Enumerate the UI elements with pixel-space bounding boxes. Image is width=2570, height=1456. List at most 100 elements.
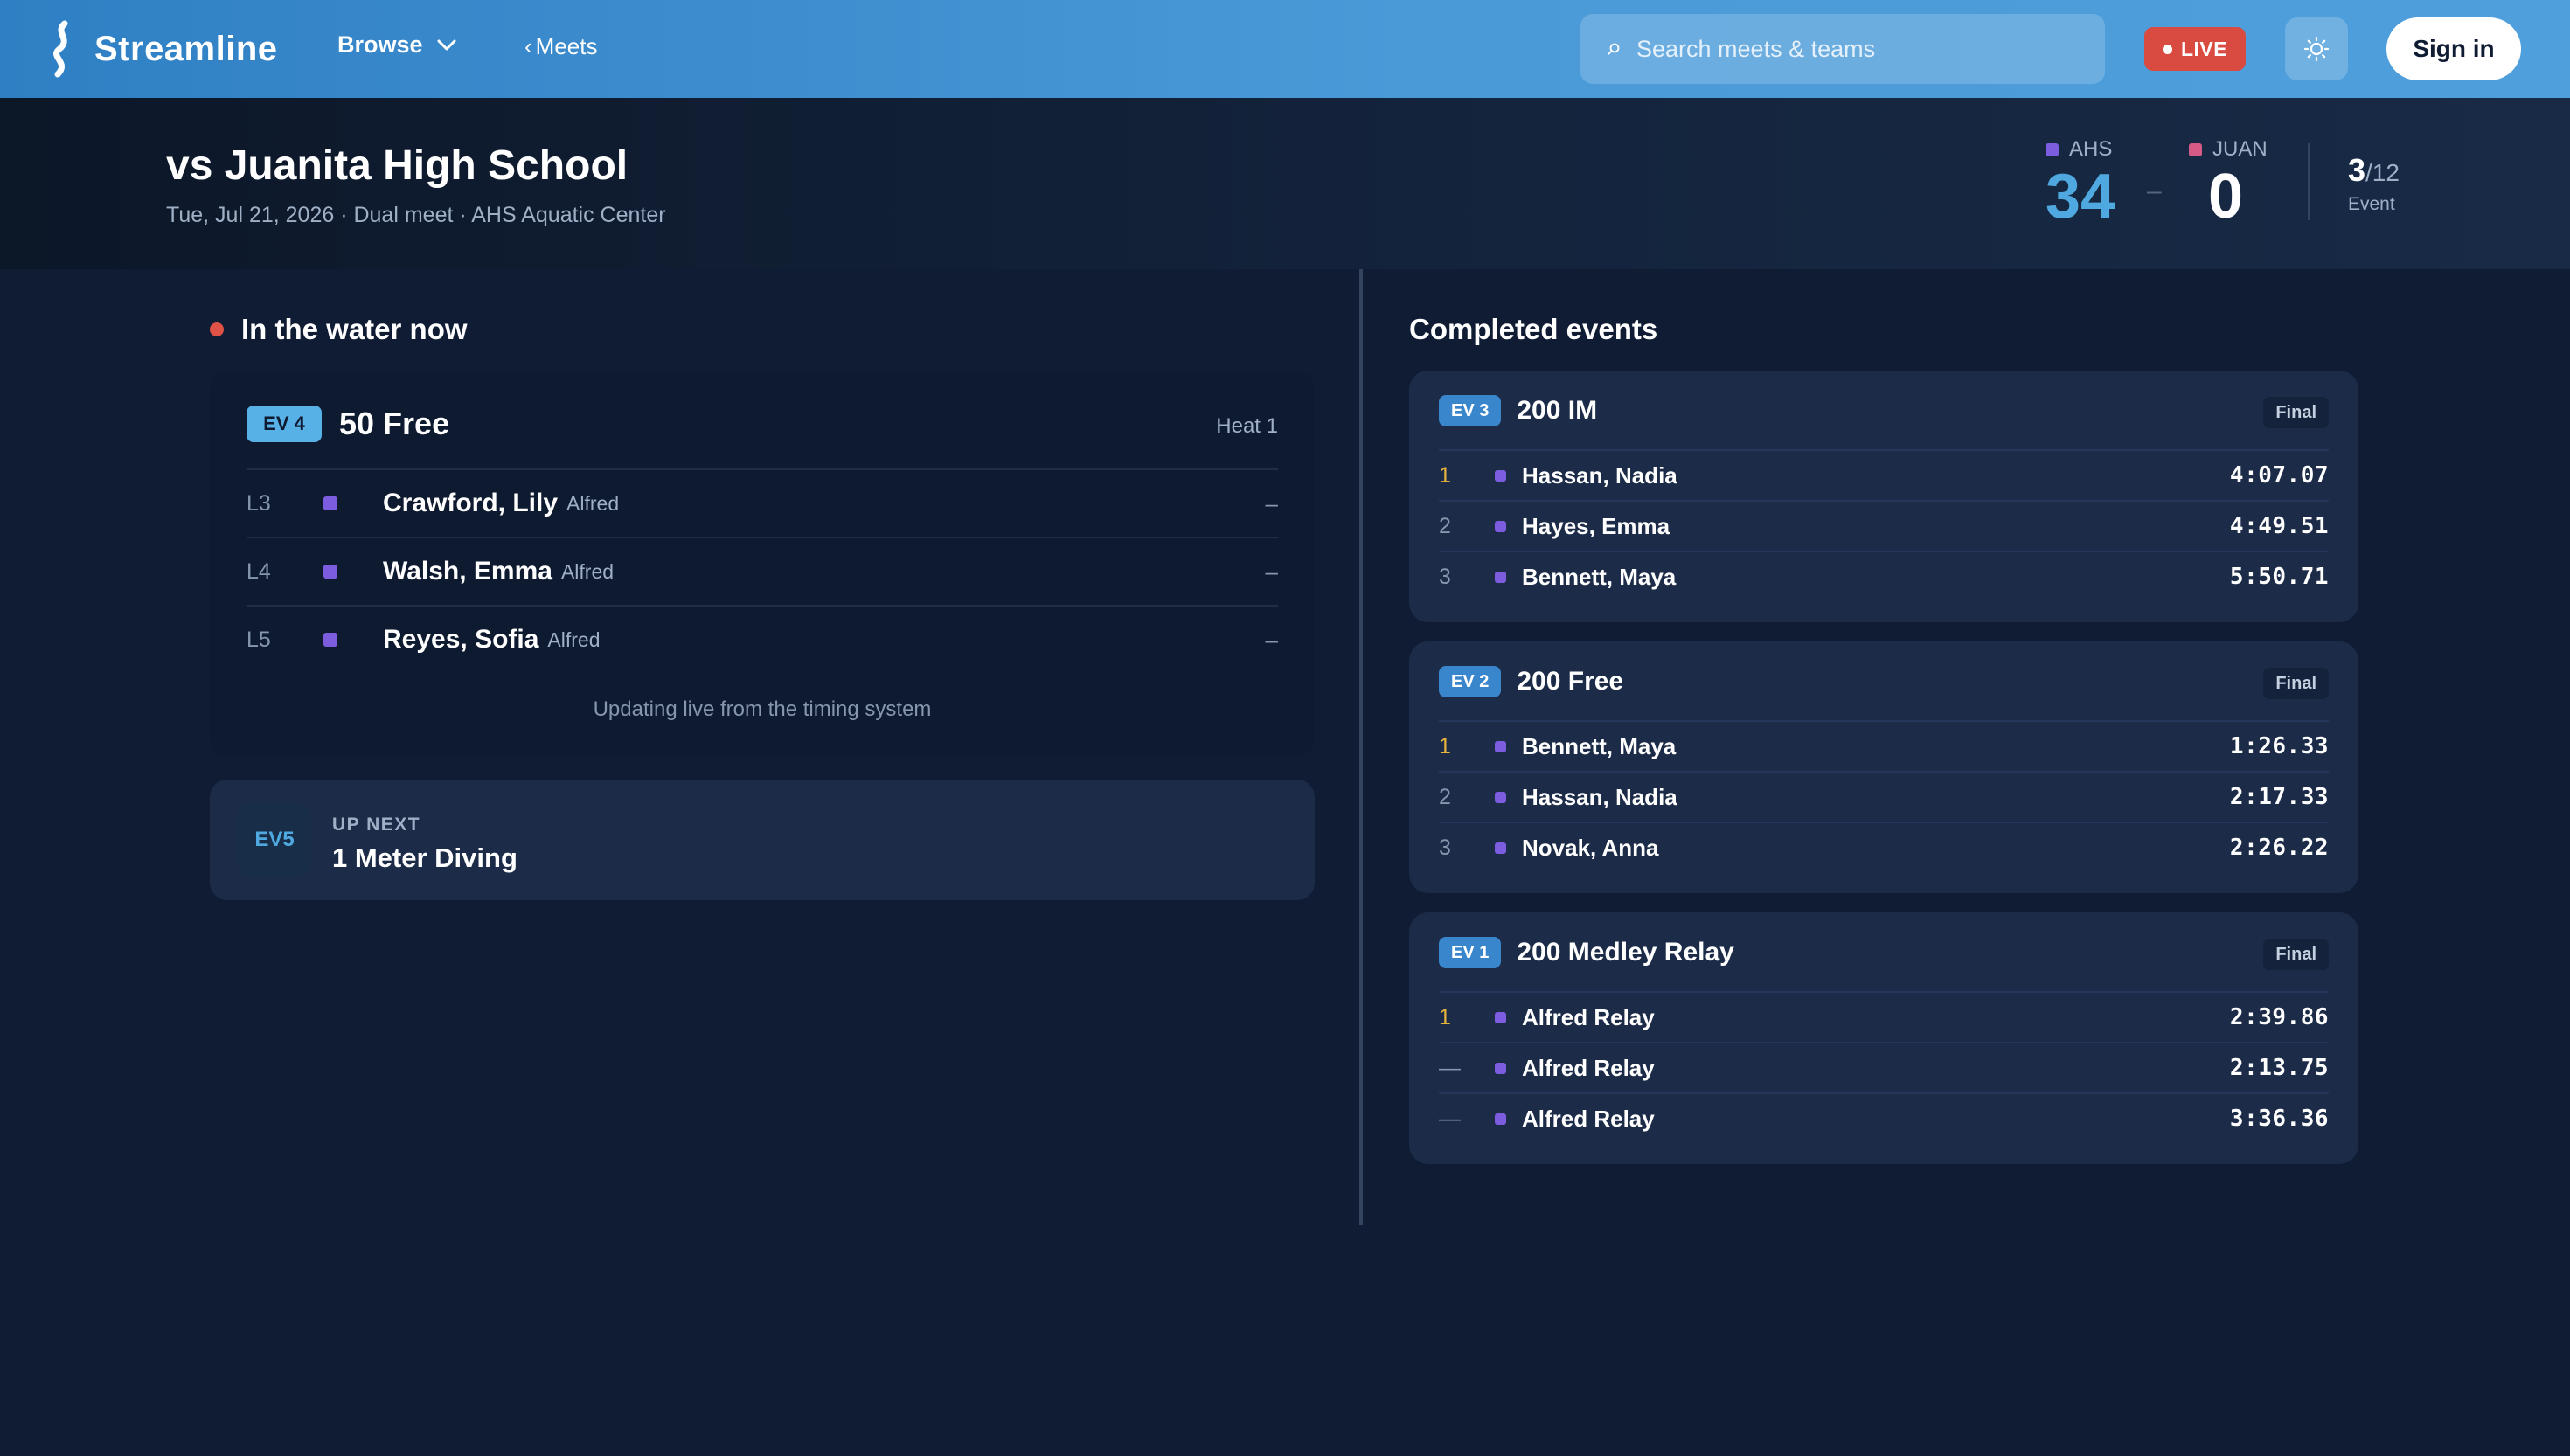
top-nav: Streamline Browse ‹Meets LIVE xyxy=(0,0,2570,98)
live-dot-icon xyxy=(2162,44,2172,54)
away-team-color-swatch xyxy=(2189,142,2202,156)
team-color-swatch xyxy=(323,633,337,647)
away-team-abbr: JUAN xyxy=(2212,137,2268,161)
theme-toggle-button[interactable] xyxy=(2285,17,2348,80)
swimmer-name: Hassan, Nadia xyxy=(1522,783,1677,810)
event-badge: EV 3 xyxy=(1439,395,1502,426)
sign-in-button[interactable]: Sign in xyxy=(2386,17,2521,80)
place: 1 xyxy=(1439,1004,1451,1030)
swimmer-name: Bennett, Maya xyxy=(1522,732,1677,759)
event-name: 200 IM xyxy=(1517,396,1598,425)
away-team-score: JUAN 0 xyxy=(2189,137,2268,228)
score-separator: – xyxy=(2147,177,2162,205)
live-badge: LIVE xyxy=(2144,27,2246,71)
event-total: /12 xyxy=(2365,159,2400,186)
lane-row[interactable]: L4 Walsh, Emma Alfred – xyxy=(247,537,1278,605)
place: 1 xyxy=(1439,462,1451,488)
swimmer-name: Alfred Relay xyxy=(1522,1105,1655,1132)
chevron-left-icon: ‹ xyxy=(524,33,532,59)
current-event-header: EV 4 50 Free xyxy=(247,406,449,442)
place: 3 xyxy=(1439,564,1451,589)
up-next-card[interactable]: EV5 UP NEXT 1 Meter Diving xyxy=(210,780,1315,900)
up-next-label: UP NEXT xyxy=(332,815,421,835)
team-color-swatch xyxy=(1495,571,1506,583)
swimmer-name: Walsh, Emma xyxy=(383,557,552,586)
result-row: — Alfred Relay 3:36.36 xyxy=(1439,1092,2329,1143)
sun-icon xyxy=(2303,36,2330,62)
brand-name: Streamline xyxy=(94,29,278,68)
result-row: 3 Bennett, Maya 5:50.71 xyxy=(1439,551,2329,601)
team-color-swatch xyxy=(323,565,337,579)
browse-label: Browse xyxy=(337,31,423,58)
meet-title: vs Juanita High School xyxy=(166,142,629,189)
swimmer-name: Alfred Relay xyxy=(1522,1054,1655,1081)
result-row: 2 Hassan, Nadia 2:17.33 xyxy=(1439,771,2329,822)
event-name: 200 Medley Relay xyxy=(1517,938,1734,967)
completed-event-card[interactable]: EV 1 200 Medley Relay Final 1 Alfred Rel… xyxy=(1409,912,2358,1164)
completed-event-card[interactable]: EV 3 200 IM Final 1 Hassan, Nadia 4:07.0… xyxy=(1409,371,2358,622)
result-time: 2:39.86 xyxy=(2229,1004,2329,1030)
live-section-title: In the water now xyxy=(210,313,468,346)
search-icon xyxy=(1608,43,1620,55)
away-score-value: 0 xyxy=(2208,162,2244,232)
final-status-tag: Final xyxy=(2263,397,2329,428)
swimmer-time: – xyxy=(1265,489,1278,517)
result-time: 4:49.51 xyxy=(2229,513,2329,539)
completed-event-header: EV 1 200 Medley Relay xyxy=(1439,937,1734,968)
next-event-badge: EV5 xyxy=(238,803,311,877)
swimmer-name: Crawford, Lily xyxy=(383,489,559,517)
event-label: Event xyxy=(2348,194,2395,214)
place: 2 xyxy=(1439,513,1451,538)
place: 3 xyxy=(1439,835,1451,860)
result-row: 3 Novak, Anna 2:26.22 xyxy=(1439,822,2329,872)
swimmer-name: Hassan, Nadia xyxy=(1522,461,1677,489)
result-time: 3:36.36 xyxy=(2229,1106,2329,1132)
lane-number: L3 xyxy=(247,490,271,516)
live-indicator-icon xyxy=(210,322,224,336)
completed-event-header: EV 2 200 Free xyxy=(1439,666,1623,697)
lane-number: L5 xyxy=(247,627,271,652)
team-color-swatch xyxy=(1495,842,1506,854)
team-color-swatch xyxy=(323,496,337,510)
meets-label: Meets xyxy=(535,33,598,59)
home-team-label: AHS xyxy=(2046,137,2115,162)
lane-row[interactable]: L5 Reyes, Sofia Alfred – xyxy=(247,605,1278,673)
event-badge: EV 1 xyxy=(1439,937,1502,968)
final-status-tag: Final xyxy=(2263,939,2329,970)
brand[interactable]: Streamline xyxy=(45,19,278,79)
result-row: 1 Alfred Relay 2:39.86 xyxy=(1439,991,2329,1042)
chevron-down-icon xyxy=(437,39,456,50)
team-color-swatch xyxy=(1495,1011,1506,1023)
swimmer-name: Novak, Anna xyxy=(1522,834,1659,861)
search-bar[interactable] xyxy=(1580,14,2105,84)
heat-label: Heat 1 xyxy=(1216,414,1278,438)
lane-row[interactable]: L3 Crawford, Lily Alfred – xyxy=(247,468,1278,537)
current-event-card: EV 4 50 Free Heat 1 L3 Crawford, Lily Al… xyxy=(210,371,1315,757)
completed-event-header: EV 3 200 IM xyxy=(1439,395,1597,426)
swimmer-time: – xyxy=(1265,626,1278,653)
result-row: 2 Hayes, Emma 4:49.51 xyxy=(1439,500,2329,551)
event-progress: 3/12 Event xyxy=(2348,152,2400,215)
live-section-label: In the water now xyxy=(241,313,468,345)
result-time: 1:26.33 xyxy=(2229,733,2329,759)
search-input[interactable] xyxy=(1636,35,2073,63)
brand-logo-icon xyxy=(53,20,68,78)
live-label: LIVE xyxy=(2180,37,2228,60)
result-row: 1 Bennett, Maya 1:26.33 xyxy=(1439,720,2329,771)
event-name: 200 Free xyxy=(1517,667,1624,696)
swimmer-name: Reyes, Sofia xyxy=(383,625,539,654)
place: 1 xyxy=(1439,733,1451,759)
team-color-swatch xyxy=(1495,740,1506,752)
event-current: 3 xyxy=(2348,152,2366,188)
place: 2 xyxy=(1439,784,1451,809)
completed-event-card[interactable]: EV 2 200 Free Final 1 Bennett, Maya 1:26… xyxy=(1409,641,2358,893)
swimmer-name: Hayes, Emma xyxy=(1522,512,1670,539)
swimmer-team: Alfred xyxy=(566,491,620,515)
team-color-swatch xyxy=(1495,520,1506,532)
home-team-color-swatch xyxy=(2046,142,2059,156)
result-time: 2:26.22 xyxy=(2229,835,2329,861)
browse-menu[interactable]: Browse xyxy=(337,31,456,59)
away-team-label: JUAN xyxy=(2189,137,2268,162)
back-to-meets-link[interactable]: ‹ Meets xyxy=(524,33,597,60)
home-team-score: AHS 34 xyxy=(2046,137,2115,228)
